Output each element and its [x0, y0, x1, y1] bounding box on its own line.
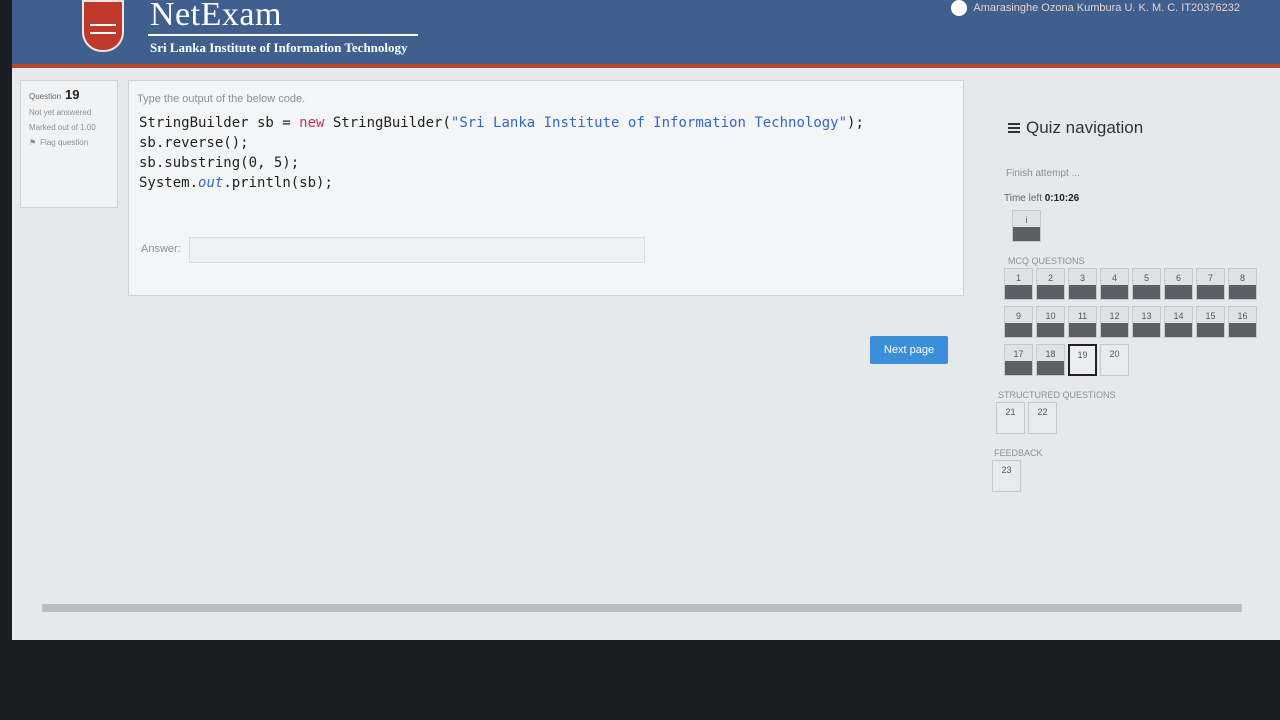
nav-question-intro-label: i [1025, 215, 1028, 225]
nav-question-label: 18 [1045, 349, 1056, 359]
nav-question-label: 20 [1109, 349, 1120, 359]
nav-question-2[interactable]: 2 [1036, 268, 1065, 300]
sliit-logo [82, 0, 124, 52]
menu-icon [1008, 123, 1020, 133]
question-status: Not yet answered [29, 108, 92, 117]
nav-question-label: 3 [1079, 273, 1085, 283]
finish-attempt-link[interactable]: Finish attempt ... [1006, 168, 1280, 179]
site-header: NetExam Sri Lanka Institute of Informati… [12, 0, 1280, 68]
brand-title[interactable]: NetExam [150, 0, 282, 34]
nav-question-18[interactable]: 18 [1036, 344, 1065, 376]
nav-question-label: 4 [1111, 273, 1117, 283]
nav-question-22[interactable]: 22 [1028, 402, 1057, 434]
browser-screen: NetExam Sri Lanka Institute of Informati… [12, 0, 1280, 640]
next-page-button[interactable]: Next page [870, 336, 948, 364]
question-marks: Marked out of 1.00 [29, 123, 96, 132]
code-block: StringBuilder sb = new StringBuilder("Sr… [139, 115, 864, 191]
nav-question-21[interactable]: 21 [996, 402, 1025, 434]
nav-question-16[interactable]: 16 [1228, 306, 1257, 338]
nav-question-8[interactable]: 8 [1228, 268, 1257, 300]
flag-question-label[interactable]: Flag question [40, 138, 88, 147]
nav-question-label: 5 [1143, 273, 1149, 283]
nav-question-label: 7 [1207, 273, 1213, 283]
nav-question-label: 16 [1237, 311, 1248, 321]
quiz-navigation-title-text: Quiz navigation [1026, 118, 1144, 137]
nav-question-19[interactable]: 19 [1068, 344, 1097, 376]
nav-question-label: 21 [1005, 407, 1016, 417]
nav-question-label: 1 [1015, 273, 1021, 283]
nav-question-label: 10 [1045, 311, 1056, 321]
nav-question-1[interactable]: 1 [1004, 268, 1033, 300]
feedback-section-title: FEEDBACK [994, 448, 1043, 458]
nav-question-6[interactable]: 6 [1164, 268, 1193, 300]
time-left-value: 0:10:26 [1044, 193, 1080, 204]
nav-question-label: 19 [1077, 350, 1088, 360]
nav-question-3[interactable]: 3 [1068, 268, 1097, 300]
nav-question-label: 17 [1013, 349, 1024, 359]
nav-question-5[interactable]: 5 [1132, 268, 1161, 300]
answer-input[interactable] [189, 237, 645, 263]
question-number: Question 19 [29, 87, 109, 102]
brand-divider [148, 34, 418, 36]
structured-section-title: STRUCTURED QUESTIONS [998, 390, 1116, 400]
nav-question-label: 2 [1047, 273, 1053, 283]
nav-question-label: 6 [1175, 273, 1181, 283]
nav-question-9[interactable]: 9 [1004, 306, 1033, 338]
horizontal-scrollbar[interactable] [42, 604, 1242, 612]
nav-question-7[interactable]: 7 [1196, 268, 1225, 300]
user-menu[interactable]: Amarasinghe Ozona Kumbura U. K. M. C. IT… [951, 0, 1240, 16]
intro-grid: i [1012, 210, 1280, 242]
nav-question-15[interactable]: 15 [1196, 306, 1225, 338]
nav-question-14[interactable]: 14 [1164, 306, 1193, 338]
question-content: Type the output of the below code. Strin… [128, 80, 964, 296]
mcq-section-title: MCQ QUESTIONS [1008, 256, 1085, 266]
question-label: Question [29, 92, 62, 101]
user-name[interactable]: Amarasinghe Ozona Kumbura U. K. M. C. IT… [973, 2, 1240, 14]
nav-question-intro[interactable]: i [1012, 210, 1041, 242]
brand-subtitle: Sri Lanka Institute of Information Techn… [150, 40, 408, 55]
nav-question-20[interactable]: 20 [1100, 344, 1129, 376]
question-info-panel: Question 19 Not yet answered Marked out o… [20, 80, 118, 208]
quiz-navigation: Quiz navigation Finish attempt ... Time … [992, 118, 1280, 558]
nav-question-label: 14 [1173, 311, 1184, 321]
nav-question-17[interactable]: 17 [1004, 344, 1033, 376]
question-number-value: 19 [65, 87, 80, 102]
nav-question-12[interactable]: 12 [1100, 306, 1129, 338]
flag-question-link[interactable]: ⚑ Flag question [29, 138, 109, 147]
time-left: Time left 0:10:26 [1004, 193, 1280, 204]
nav-question-label: 9 [1015, 311, 1021, 321]
question-prompt: Type the output of the below code. [137, 93, 306, 105]
nav-question-label: 23 [1001, 465, 1012, 475]
nav-question-label: 12 [1109, 311, 1120, 321]
nav-question-label: 11 [1077, 311, 1088, 321]
mcq-grid: 1 2 3 4 5 6 7 8 9 10 11 12 13 14 15 16 1… [1004, 268, 1280, 376]
quiz-navigation-title: Quiz navigation [1008, 118, 1280, 138]
user-avatar-icon[interactable] [951, 0, 968, 16]
structured-grid: 21 22 [996, 402, 1280, 434]
nav-question-4[interactable]: 4 [1100, 268, 1129, 300]
nav-question-label: 13 [1141, 311, 1152, 321]
nav-question-label: 8 [1239, 273, 1245, 283]
nav-question-label: 22 [1037, 407, 1048, 417]
nav-question-13[interactable]: 13 [1132, 306, 1161, 338]
time-left-label: Time left [1004, 193, 1042, 204]
nav-question-11[interactable]: 11 [1068, 306, 1097, 338]
nav-question-23[interactable]: 23 [992, 460, 1021, 492]
nav-question-10[interactable]: 10 [1036, 306, 1065, 338]
answer-label: Answer: [141, 243, 181, 255]
flag-icon: ⚑ [29, 138, 37, 147]
nav-question-label: 15 [1205, 311, 1216, 321]
feedback-grid: 23 [992, 460, 1280, 492]
